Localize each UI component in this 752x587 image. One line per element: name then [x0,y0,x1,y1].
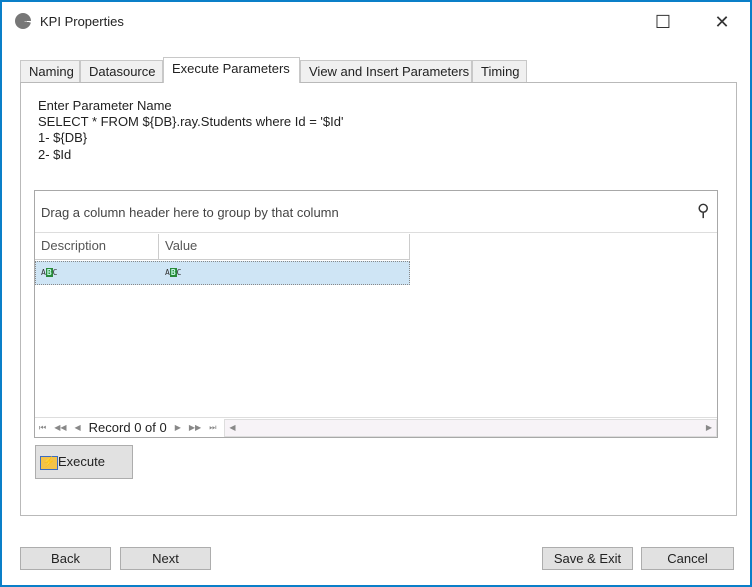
text-type-icon: ABC [41,268,58,277]
table-row[interactable]: ABC ABC [35,261,410,285]
save-exit-button[interactable]: Save & Exit [542,547,633,570]
parameters-grid: Drag a column header here to group by th… [34,190,718,438]
tab-naming[interactable]: Naming [20,60,80,82]
prev-record-icon[interactable]: ◀ [75,423,81,432]
next-button[interactable]: Next [120,547,211,570]
horizontal-scrollbar[interactable]: ◀ ▶ [224,418,717,437]
record-counter: Record 0 of 0 [88,420,167,435]
kpi-properties-window: KPI Properties ☐ ✕ Naming Datasource Exe… [0,0,752,587]
search-icon[interactable]: ⚲ [697,201,709,221]
execute-button[interactable]: ⚡ Execute [35,445,133,479]
column-header-description[interactable]: Description [35,234,159,260]
tab-view-insert-parameters[interactable]: View and Insert Parameters [300,60,472,82]
next-record-icon[interactable]: ▶ [175,423,181,432]
window-title: KPI Properties [40,14,124,29]
lightning-icon: ⚡ [40,455,58,470]
param-2: 2- $Id [38,147,72,162]
param-1: 1- ${DB} [38,130,88,145]
cancel-button[interactable]: Cancel [641,547,734,570]
column-header-value[interactable]: Value [159,234,410,260]
group-panel[interactable]: Drag a column header here to group by th… [35,191,717,233]
tab-timing[interactable]: Timing [472,60,527,82]
back-button[interactable]: Back [20,547,111,570]
tab-execute-parameters[interactable]: Execute Parameters [163,57,300,83]
info-label: Enter Parameter Name [38,98,172,113]
pie-chart-icon [15,13,31,29]
first-record-icon[interactable]: ⏮ [39,423,46,433]
next-page-icon[interactable]: ▶▶ [189,423,201,432]
prev-page-icon[interactable]: ◀◀ [54,423,66,432]
maximize-button[interactable]: ☐ [648,8,678,36]
query-text: SELECT * FROM ${DB}.ray.Students where I… [38,114,344,129]
execute-label: Execute [58,454,105,469]
scroll-right-icon[interactable]: ▶ [706,423,712,432]
tab-datasource[interactable]: Datasource [80,60,163,82]
last-record-icon[interactable]: ⏭ [209,423,216,433]
record-navigator: ⏮ ◀◀ ◀ Record 0 of 0 ▶ ▶▶ ⏭ ◀ ▶ [35,417,717,437]
close-button[interactable]: ✕ [707,8,737,36]
scroll-left-icon[interactable]: ◀ [229,423,235,432]
text-type-icon: ABC [165,268,182,277]
